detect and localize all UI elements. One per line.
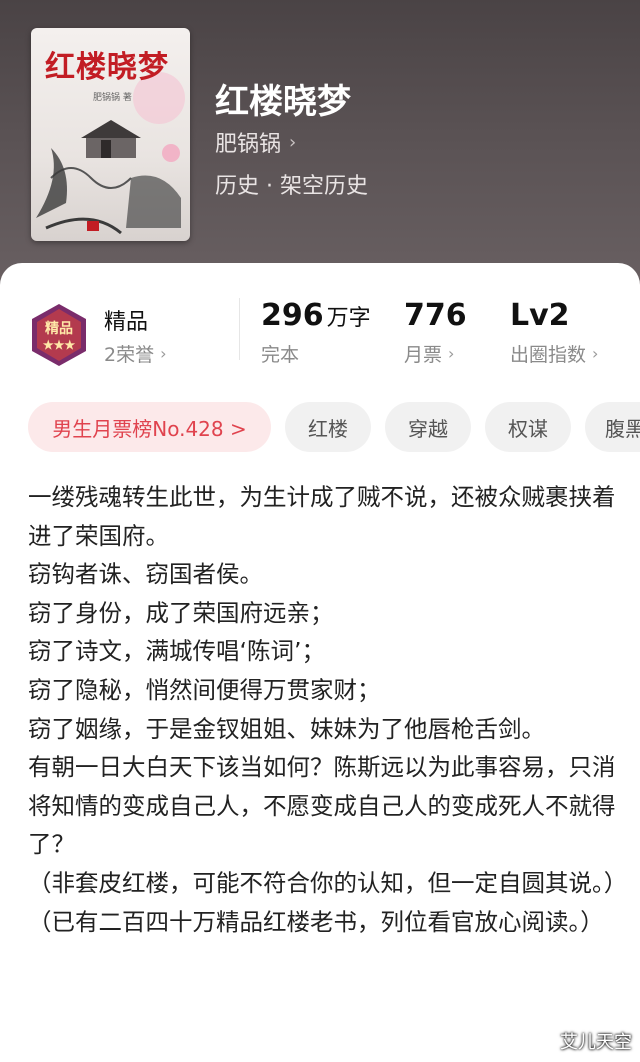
description-line: （已有二百四十万精品红楼老书，列位看官放心阅读。） [28,907,604,936]
completion-status: 完本 [261,340,299,367]
honors-link[interactable]: 2荣誉 › [104,340,167,367]
description-line: （非套皮红楼，可能不符合你的认知，但一定自圆其说。） [28,868,628,897]
description-line: 窃了身份，成了荣国府远亲； [28,598,334,627]
word-count: 296 万字 [261,298,371,333]
description-line: 一缕残魂转生此世，为生计成了贼不说，还被众贼裹挟着进了荣国府。 [28,483,616,550]
description-line: 窃了姻缘，于是金钗姐姐、妹妹为了他唇枪舌剑。 [28,714,545,743]
watermark: 艾儿天空 [560,1032,632,1053]
word-count-value: 296 [261,298,324,333]
chevron-right-icon: › [448,344,455,363]
description-line: 窃了隐秘，悄然间便得万贯家财； [28,675,381,704]
popularity-level-value: Lv2 [510,298,570,333]
quality-badge-icon: 精品 ★★★ [32,304,86,366]
author-name: 肥锅锅 [215,132,282,157]
stats-divider [239,298,240,360]
svg-text:精品: 精品 [45,320,73,337]
book-cover[interactable]: 红楼晓梦 肥锅锅 著 [31,28,190,241]
author-link[interactable]: 肥锅锅 › [215,126,296,158]
description-line: 窃钩者诛、窃国者侯。 [28,560,263,589]
tag-item[interactable]: 腹黑 [585,402,640,452]
description-line: 有朝一日大白天下该当如何？陈斯远以为此事容易，只消将知情的变成自己人，不愿变成自… [28,753,616,859]
chevron-right-icon: › [160,344,167,363]
tag-item[interactable]: 穿越 [385,402,471,452]
monthly-tickets-value: 776 [404,298,467,333]
honors-count: 2荣誉 [104,344,155,366]
tag-item[interactable]: 权谋 [485,402,571,452]
book-title: 红楼晓梦 [215,82,351,122]
quality-label: 精品 [104,310,149,335]
completion-status-text: 完本 [261,344,300,366]
tag-item[interactable]: 红楼 [285,402,371,452]
chevron-right-icon: › [289,131,297,153]
cover-title: 红楼晓梦 [45,50,169,85]
rank-tag[interactable]: 男生月票榜No.428 > [28,402,271,452]
book-description[interactable]: 一缕残魂转生此世，为生计成了贼不说，还被众贼裹挟着进了荣国府。 窃钩者诛、窃国者… [28,478,628,941]
chevron-right-icon: › [592,344,599,363]
description-line: 窃了诗文，满城传唱‘陈词’； [28,637,325,666]
monthly-tickets-label: 月票 [404,344,443,366]
cover-author-caption: 肥锅锅 著 [93,93,132,103]
popularity-index-link[interactable]: 出圈指数 › [510,340,598,367]
word-count-unit: 万字 [326,306,371,331]
book-genre[interactable]: 历史 · 架空历史 [215,168,368,200]
monthly-tickets-link[interactable]: 月票 › [404,340,454,367]
popularity-index-label: 出圈指数 [510,344,587,366]
tag-row: 男生月票榜No.428 > 红楼 穿越 权谋 腹黑 [0,402,640,454]
svg-text:★★★: ★★★ [43,338,76,352]
